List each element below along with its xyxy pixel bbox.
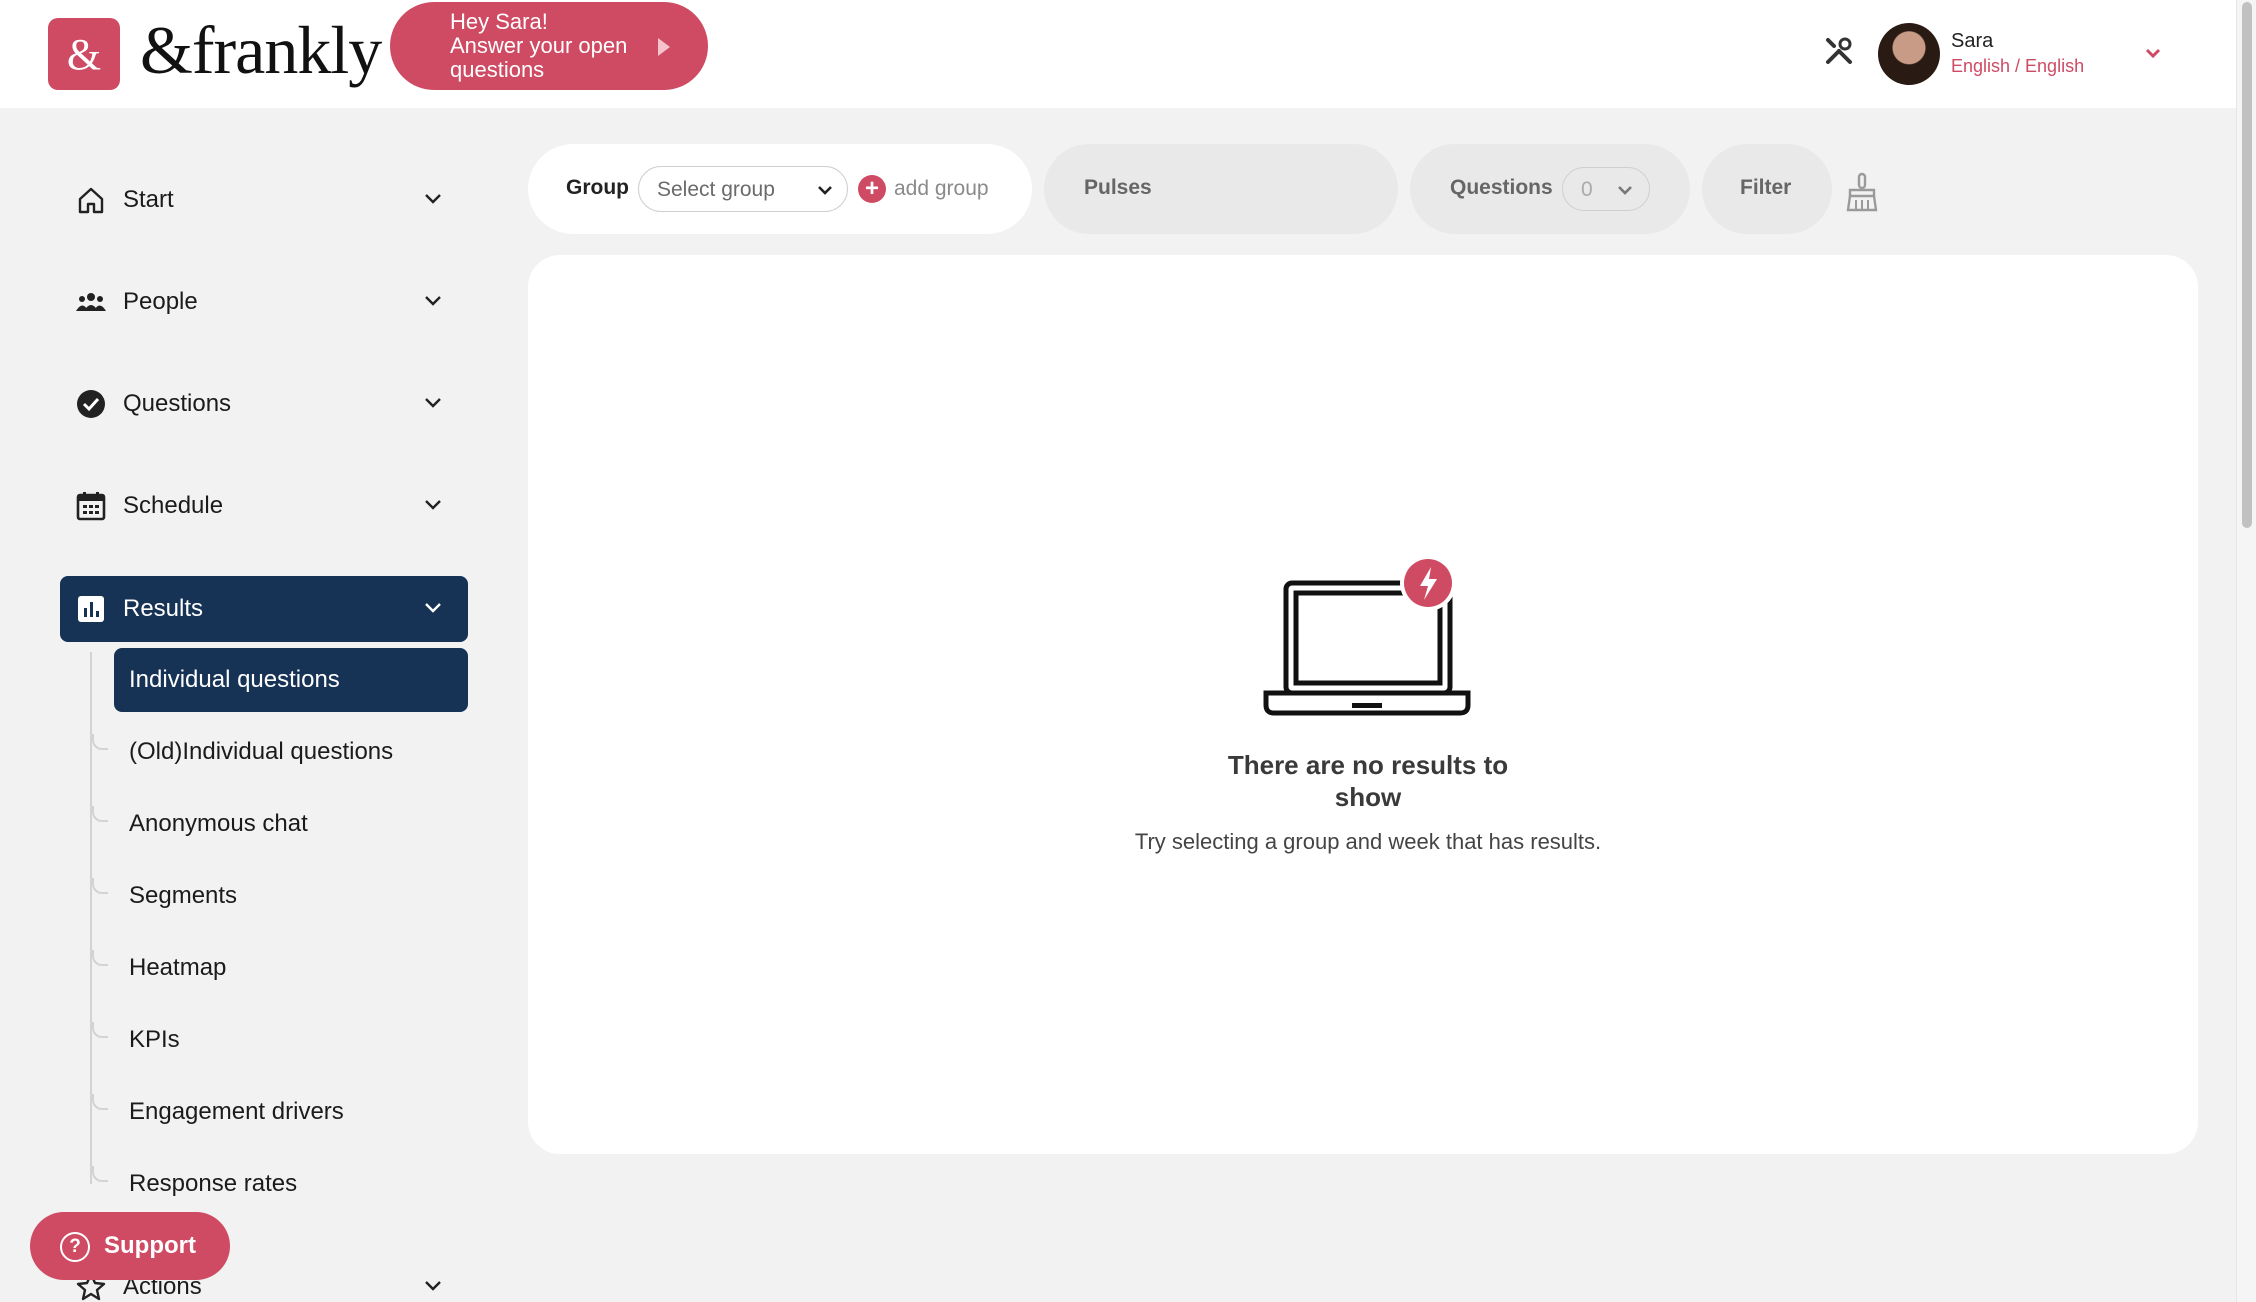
- submenu-item-label: Response rates: [129, 1170, 298, 1197]
- chevron-down-icon: [425, 500, 441, 510]
- submenu-item-label: Individual questions: [129, 666, 340, 693]
- add-group-button[interactable]: + add group: [858, 174, 989, 204]
- submenu-connector: [92, 734, 108, 750]
- plus-icon: +: [858, 175, 886, 203]
- submenu-item-label: Heatmap: [129, 954, 227, 981]
- submenu-item-kpis[interactable]: KPIs: [92, 1008, 468, 1072]
- sidebar-item-results[interactable]: Results: [60, 576, 468, 642]
- chevron-down-icon: [1618, 186, 1632, 195]
- pulses-filter[interactable]: Pulses: [1044, 144, 1398, 234]
- clear-filters-broom-icon[interactable]: [1844, 172, 1880, 212]
- help-icon: ?: [60, 1232, 90, 1262]
- submenu-connector: [92, 950, 108, 966]
- questions-count: 0: [1581, 178, 1593, 201]
- logo-mark[interactable]: &: [48, 18, 120, 90]
- questions-label: Questions: [1450, 176, 1553, 199]
- support-button[interactable]: ? Support: [30, 1212, 230, 1280]
- filter-label: Filter: [1740, 176, 1792, 199]
- play-arrow-icon: [658, 38, 670, 56]
- bar-chart-icon: [78, 596, 104, 622]
- submenu-guide-line: [90, 652, 92, 1184]
- check-circle-icon: [77, 390, 105, 418]
- sidebar-item-label: Start: [123, 186, 174, 213]
- calendar-icon: [76, 492, 106, 521]
- submenu-item-response-rates[interactable]: Response rates: [92, 1152, 468, 1216]
- submenu-item-label: Segments: [129, 882, 238, 909]
- greeting-line-1: Hey Sara!: [450, 9, 548, 34]
- questions-filter: Questions 0: [1410, 144, 1690, 234]
- sidebar-item-label: Questions: [123, 390, 232, 417]
- submenu-item-label: KPIs: [129, 1026, 180, 1053]
- submenu-item-engagement-drivers[interactable]: Engagement drivers: [92, 1080, 468, 1144]
- chevron-down-icon: [425, 398, 441, 408]
- chevron-down-icon: [425, 296, 441, 306]
- submenu-item-individual-questions[interactable]: Individual questions: [114, 648, 468, 712]
- sidebar-item-people[interactable]: People: [60, 269, 468, 335]
- support-label: Support: [104, 1232, 196, 1259]
- empty-state-title: There are no results to show: [1227, 750, 1509, 812]
- chevron-down-icon: [425, 194, 441, 204]
- submenu-connector: [92, 878, 108, 894]
- group-select-placeholder: Select group: [657, 178, 775, 201]
- laptop-lightning-icon: [1263, 555, 1471, 716]
- chevron-down-icon: [818, 186, 832, 195]
- submenu-connector: [92, 1022, 108, 1038]
- filter-button[interactable]: Filter: [1702, 144, 1832, 234]
- chevron-down-icon[interactable]: [2144, 46, 2162, 60]
- home-icon: [78, 187, 104, 214]
- submenu-connector: [92, 1094, 108, 1110]
- add-group-label: add group: [894, 177, 989, 200]
- submenu-item-label: Engagement drivers: [129, 1098, 344, 1125]
- submenu-item-anonymous-chat[interactable]: Anonymous chat: [92, 792, 468, 856]
- pulses-label: Pulses: [1084, 176, 1152, 199]
- logo-wordmark[interactable]: &frankly: [140, 10, 382, 90]
- submenu-item-segments[interactable]: Segments: [92, 864, 468, 928]
- submenu-connector: [92, 806, 108, 822]
- submenu-item-heatmap[interactable]: Heatmap: [92, 936, 468, 1000]
- sidebar-item-schedule[interactable]: Schedule: [60, 473, 468, 539]
- user-language[interactable]: English / English: [1951, 56, 2084, 77]
- group-label: Group: [566, 176, 629, 199]
- chevron-down-icon: [425, 1281, 441, 1291]
- sidebar-item-label: Results: [123, 595, 204, 622]
- sidebar-item-label: Schedule: [123, 492, 224, 519]
- chevron-down-icon: [425, 603, 441, 613]
- questions-count-select[interactable]: 0: [1562, 167, 1650, 211]
- top-header: & &frankly Hey Sara! Answer your open qu…: [0, 0, 2236, 108]
- logo-symbol: &: [66, 29, 102, 79]
- sidebar-item-label: People: [123, 288, 198, 315]
- submenu-connector: [92, 1166, 108, 1182]
- user-avatar[interactable]: [1878, 23, 1940, 85]
- tools-icon[interactable]: [1824, 36, 1854, 66]
- group-filter: Group Select group + add group: [528, 144, 1032, 234]
- user-name: Sara: [1951, 30, 1994, 52]
- submenu-item-label: (Old)Individual questions: [129, 738, 394, 765]
- empty-state-subtitle: Try selecting a group and week that has …: [1134, 829, 1602, 854]
- sidebar-item-start[interactable]: Start: [60, 167, 468, 233]
- people-icon: [76, 293, 106, 311]
- group-select[interactable]: Select group: [638, 166, 848, 212]
- scrollbar-thumb[interactable]: [2242, 2, 2252, 528]
- submenu-item-label: Anonymous chat: [129, 810, 308, 837]
- submenu-item-old-individual-questions[interactable]: (Old)Individual questions: [92, 720, 468, 784]
- page-scrollbar[interactable]: [2236, 0, 2256, 1302]
- open-questions-banner-button[interactable]: Hey Sara! Answer your open questions: [390, 2, 708, 90]
- greeting-line-3: questions: [450, 57, 545, 82]
- sidebar-item-questions[interactable]: Questions: [60, 371, 468, 437]
- results-panel: There are no results to show Try selecti…: [528, 255, 2198, 1154]
